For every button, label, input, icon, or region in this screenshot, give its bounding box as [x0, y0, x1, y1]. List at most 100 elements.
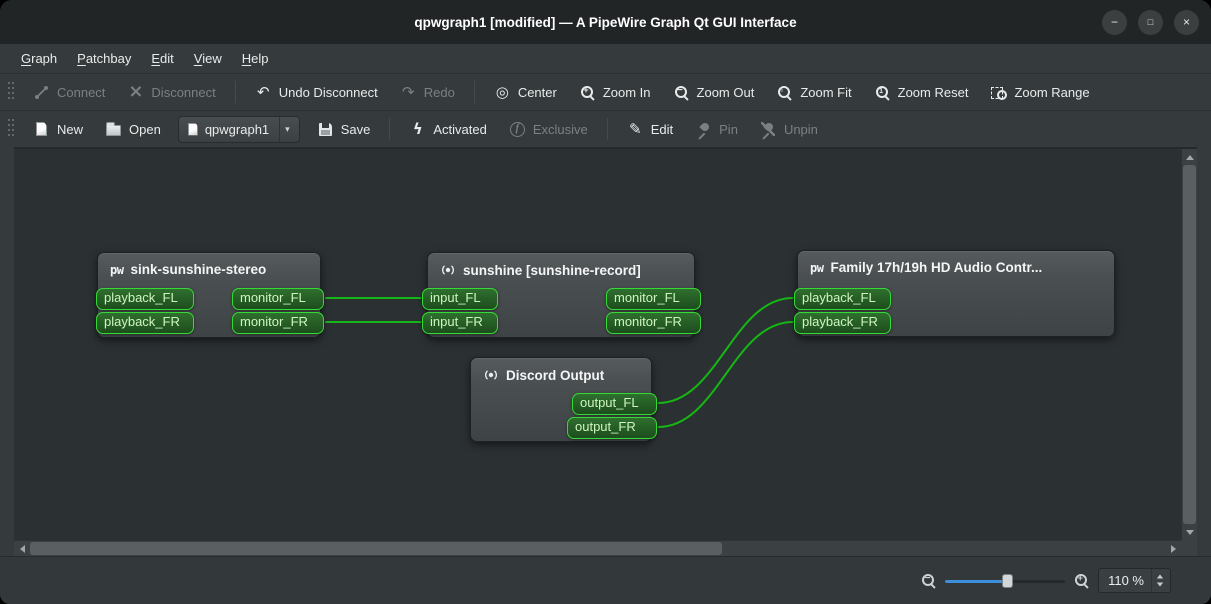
port-input-fl[interactable]: input_FL	[422, 288, 498, 310]
new-button[interactable]: New	[23, 115, 93, 143]
scroll-down-button[interactable]	[1182, 524, 1198, 540]
spin-down-button[interactable]	[1156, 582, 1164, 587]
zoom-out-icon	[673, 84, 690, 100]
redo-button[interactable]: ↷ Redo	[390, 78, 465, 106]
menu-help-mnemonic: H	[241, 51, 252, 66]
port-input-fr[interactable]: input_FR	[422, 312, 498, 334]
maximize-button[interactable]: □	[1138, 9, 1163, 35]
port-playback-fr[interactable]: playback_FR	[96, 312, 194, 334]
window-title: qpwgraph1 [modified] — A PipeWire Graph …	[414, 14, 797, 30]
exclusive-button[interactable]: Exclusive	[499, 115, 598, 143]
scrollbar-corner	[1181, 540, 1197, 556]
vertical-scrollbar[interactable]	[1181, 149, 1197, 540]
edit-pencil-icon: ✎	[628, 119, 642, 138]
node-header: pw Family 17h/19h HD Audio Contr...	[798, 251, 1114, 275]
zoom-reset-label: Zoom Reset	[897, 84, 969, 100]
zoom-range-label: Zoom Range	[1014, 84, 1090, 100]
node-sink-sunshine-stereo[interactable]: pw sink-sunshine-stereo playback_FL play…	[96, 252, 324, 338]
save-button[interactable]: Save	[307, 115, 381, 143]
port-playback-fl[interactable]: playback_FL	[794, 288, 891, 310]
node-sunshine-record[interactable]: sunshine [sunshine-record] input_FL inpu…	[422, 252, 701, 338]
redo-icon: ↷	[401, 82, 415, 101]
zoom-out-icon[interactable]	[921, 573, 936, 588]
toolbar-file: New Open qpwgraph1 ▾ Save ϟ Activated Ex…	[0, 110, 1211, 147]
new-label: New	[57, 121, 84, 137]
close-button[interactable]: ×	[1174, 9, 1199, 35]
node-family-hd-audio[interactable]: pw Family 17h/19h HD Audio Contr... play…	[794, 250, 1115, 337]
vertical-scroll-handle[interactable]	[1183, 165, 1196, 524]
menu-view[interactable]: View	[185, 47, 231, 70]
arrow-up-icon	[1186, 154, 1194, 160]
center-icon: ◎	[495, 82, 509, 101]
menu-edit[interactable]: Edit	[142, 47, 182, 70]
edit-button[interactable]: ✎ Edit	[617, 115, 683, 143]
toolbar-separator	[389, 118, 391, 140]
minimize-button[interactable]: −	[1102, 9, 1127, 35]
slider-handle[interactable]	[1002, 573, 1014, 588]
pin-button[interactable]: Pin	[685, 115, 748, 143]
open-folder-icon	[105, 121, 122, 137]
undo-disconnect-button[interactable]: ↶ Undo Disconnect	[245, 78, 388, 106]
node-discord-output[interactable]: Discord Output output_FL output_FR	[470, 357, 657, 442]
minimize-icon: −	[1110, 15, 1118, 29]
unpin-button[interactable]: Unpin	[750, 115, 828, 143]
node-title: Family 17h/19h HD Audio Contr...	[830, 260, 1043, 275]
zoom-reset-button[interactable]: Zoom Reset	[864, 78, 979, 106]
port-monitor-fl[interactable]: monitor_FL	[232, 288, 324, 310]
port-output-fl[interactable]: output_FL	[572, 393, 657, 415]
node-header: Discord Output	[471, 358, 651, 383]
toolbar-graph: Connect × Disconnect ↶ Undo Disconnect ↷…	[0, 73, 1211, 110]
disconnect-button[interactable]: × Disconnect	[117, 78, 225, 106]
port-output-fr[interactable]: output_FR	[567, 417, 657, 439]
horizontal-scrollbar[interactable]	[14, 540, 1181, 556]
graph-canvas[interactable]: pw sink-sunshine-stereo playback_FL play…	[14, 149, 1181, 540]
pin-label: Pin	[719, 121, 738, 137]
save-label: Save	[340, 121, 371, 137]
pipewire-icon: pw	[110, 262, 124, 277]
zoom-in-icon[interactable]	[1074, 573, 1089, 588]
zoom-in-button[interactable]: Zoom In	[569, 78, 661, 106]
pipewire-icon: pw	[810, 260, 824, 275]
titlebar[interactable]: qpwgraph1 [modified] — A PipeWire Graph …	[0, 0, 1211, 44]
scroll-up-button[interactable]	[1182, 149, 1198, 165]
port-playback-fl[interactable]: playback_FL	[96, 288, 194, 310]
open-label: Open	[129, 121, 161, 137]
connect-button[interactable]: Connect	[23, 78, 115, 106]
zoom-range-button[interactable]: Zoom Range	[980, 78, 1099, 106]
toolbar-drag-handle[interactable]	[8, 119, 15, 139]
menu-graph-mnemonic: G	[21, 51, 32, 66]
menu-help[interactable]: Help	[233, 47, 278, 70]
port-monitor-fr[interactable]: monitor_FR	[606, 312, 701, 334]
open-button[interactable]: Open	[95, 115, 171, 143]
activated-icon: ϟ	[412, 119, 423, 138]
node-title: Discord Output	[506, 367, 605, 383]
toolbar-drag-handle[interactable]	[8, 82, 15, 102]
menu-patchbay[interactable]: Patchbay	[68, 47, 140, 70]
scroll-right-button[interactable]	[1165, 541, 1181, 557]
center-button[interactable]: ◎ Center	[484, 78, 567, 106]
undo-icon: ↶	[256, 82, 270, 101]
edit-label: Edit	[650, 121, 674, 137]
node-header: sunshine [sunshine-record]	[428, 253, 694, 278]
toolbar-separator	[473, 81, 475, 103]
zoom-fit-button[interactable]: Zoom Fit	[766, 78, 861, 106]
redo-label: Redo	[423, 84, 455, 100]
zoom-out-button[interactable]: Zoom Out	[663, 78, 765, 106]
port-monitor-fl[interactable]: monitor_FL	[606, 288, 701, 310]
zoom-slider[interactable]	[945, 573, 1066, 589]
disconnect-icon: ×	[128, 81, 144, 102]
menu-graph[interactable]: Graph	[12, 47, 66, 70]
pin-icon	[695, 121, 712, 137]
node-header: pw sink-sunshine-stereo	[98, 253, 320, 277]
scroll-left-button[interactable]	[14, 541, 30, 557]
zoom-spinbox[interactable]: 110 %	[1098, 568, 1171, 593]
menu-view-rest: iew	[202, 51, 222, 66]
activated-button[interactable]: ϟ Activated	[399, 115, 496, 143]
spin-up-button[interactable]	[1156, 574, 1164, 579]
horizontal-scroll-handle[interactable]	[30, 542, 722, 555]
stream-icon	[485, 370, 497, 380]
port-monitor-fr[interactable]: monitor_FR	[232, 312, 324, 334]
menu-help-rest: elp	[251, 51, 269, 66]
port-playback-fr[interactable]: playback_FR	[794, 312, 891, 334]
patchbay-file-combo[interactable]: qpwgraph1 ▾	[177, 115, 300, 143]
